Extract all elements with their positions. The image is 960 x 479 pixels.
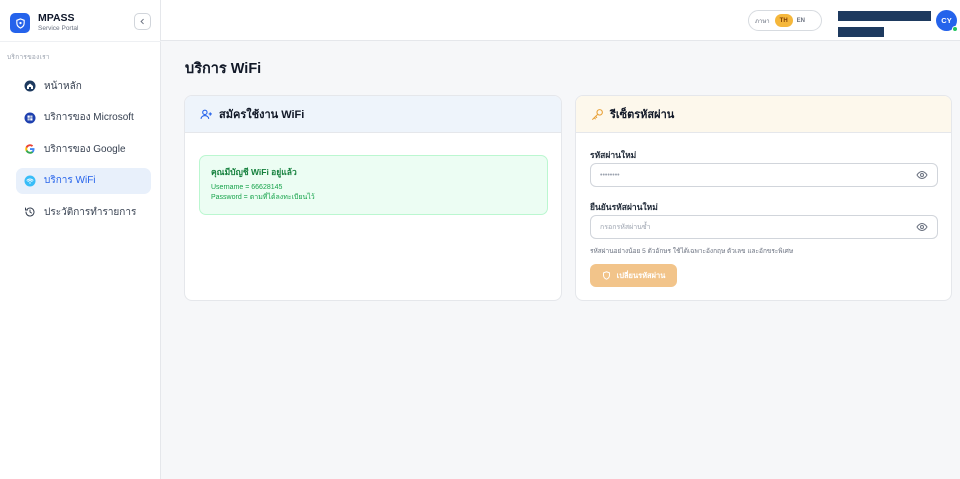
wifi-card-header: สมัครใช้งาน WiFi: [185, 96, 561, 133]
change-password-label: เปลี่ยนรหัสผ่าน: [616, 270, 666, 280]
wifi-card-title: สมัครใช้งาน WiFi: [219, 109, 305, 121]
google-icon: [23, 143, 36, 156]
sidebar-item-label: ประวัติการทำรายการ: [44, 206, 137, 218]
sidebar: MPASS Service Portal บริการของเรา หน้าหล…: [0, 0, 161, 479]
brand: MPASS Service Portal: [10, 10, 155, 36]
sidebar-divider: [0, 41, 161, 42]
brand-subtitle: Service Portal: [38, 25, 79, 32]
shield-icon: [602, 271, 612, 281]
online-status-dot: [952, 26, 958, 32]
language-th-button[interactable]: TH: [774, 14, 793, 27]
reset-card-header: รีเซ็ตรหัสผ่าน: [576, 96, 951, 133]
key-icon: [590, 107, 604, 121]
confirm-password-field[interactable]: กรอกรหัสผ่านซ้ำ: [590, 215, 938, 239]
topbar: ภาษา TH EN CY: [161, 0, 960, 41]
language-label: ภาษา: [755, 18, 770, 25]
sidebar-section-label: บริการของเรา: [7, 54, 50, 61]
sidebar-item-microsoft[interactable]: บริการของ Microsoft: [16, 105, 151, 131]
microsoft-icon: [23, 111, 36, 124]
wifi-registration-card: สมัครใช้งาน WiFi คุณมีบัญชี WiFi อยู่แล้…: [184, 95, 562, 301]
sidebar-item-google[interactable]: บริการของ Google: [16, 136, 151, 162]
language-en-button[interactable]: EN: [797, 18, 805, 24]
password-hint: รหัสผ่านอย่างน้อย 5 ตัวอักษร ใช้ได้เฉพาะ…: [590, 248, 794, 255]
sidebar-nav: หน้าหลัก บริการของ Microsoft บริการของ G…: [16, 73, 151, 231]
sidebar-item-label: บริการ WiFi: [44, 175, 96, 186]
wifi-username: Username = 66628145: [211, 184, 283, 191]
redacted-user-id: [838, 27, 884, 37]
wifi-password-note: Password = ตามที่ได้ลงทะเบียนไว้: [211, 194, 315, 201]
user-plus-icon: [199, 107, 213, 121]
sidebar-item-label: หน้าหลัก: [44, 80, 82, 92]
new-password-value: ••••••••: [600, 171, 620, 179]
new-password-field[interactable]: ••••••••: [590, 163, 938, 187]
wifi-account-alert: คุณมีบัญชี WiFi อยู่แล้ว Username = 6662…: [199, 155, 548, 215]
show-confirm-password-icon[interactable]: [915, 220, 929, 234]
brand-title: MPASS: [38, 12, 75, 24]
redacted-user-name: [838, 11, 931, 21]
reset-password-card: รีเซ็ตรหัสผ่าน รหัสผ่านใหม่ •••••••• ยืน…: [575, 95, 952, 301]
page-title: บริการ WiFi: [185, 61, 262, 77]
change-password-button[interactable]: เปลี่ยนรหัสผ่าน: [590, 264, 677, 287]
wifi-icon: [23, 174, 36, 187]
chevron-left-icon: [140, 18, 144, 25]
language-switch[interactable]: ภาษา TH EN: [748, 10, 822, 31]
sidebar-item-label: บริการของ Microsoft: [44, 112, 134, 123]
shield-logo-icon: [10, 13, 30, 33]
alert-title: คุณมีบัญชี WiFi อยู่แล้ว: [211, 167, 297, 177]
collapse-sidebar-button[interactable]: [134, 13, 151, 30]
history-icon: [23, 206, 36, 219]
reset-card-title: รีเซ็ตรหัสผ่าน: [610, 109, 675, 121]
home-icon: [23, 80, 36, 93]
confirm-password-placeholder: กรอกรหัสผ่านซ้ำ: [600, 223, 651, 231]
confirm-password-label: ยืนยันรหัสผ่านใหม่: [590, 202, 658, 212]
sidebar-item-home[interactable]: หน้าหลัก: [16, 73, 151, 99]
sidebar-item-wifi[interactable]: บริการ WiFi: [16, 167, 151, 194]
sidebar-item-label: บริการของ Google: [44, 143, 126, 155]
new-password-label: รหัสผ่านใหม่: [590, 150, 637, 160]
show-password-icon[interactable]: [915, 168, 929, 182]
sidebar-item-history[interactable]: ประวัติการทำรายการ: [16, 199, 151, 225]
